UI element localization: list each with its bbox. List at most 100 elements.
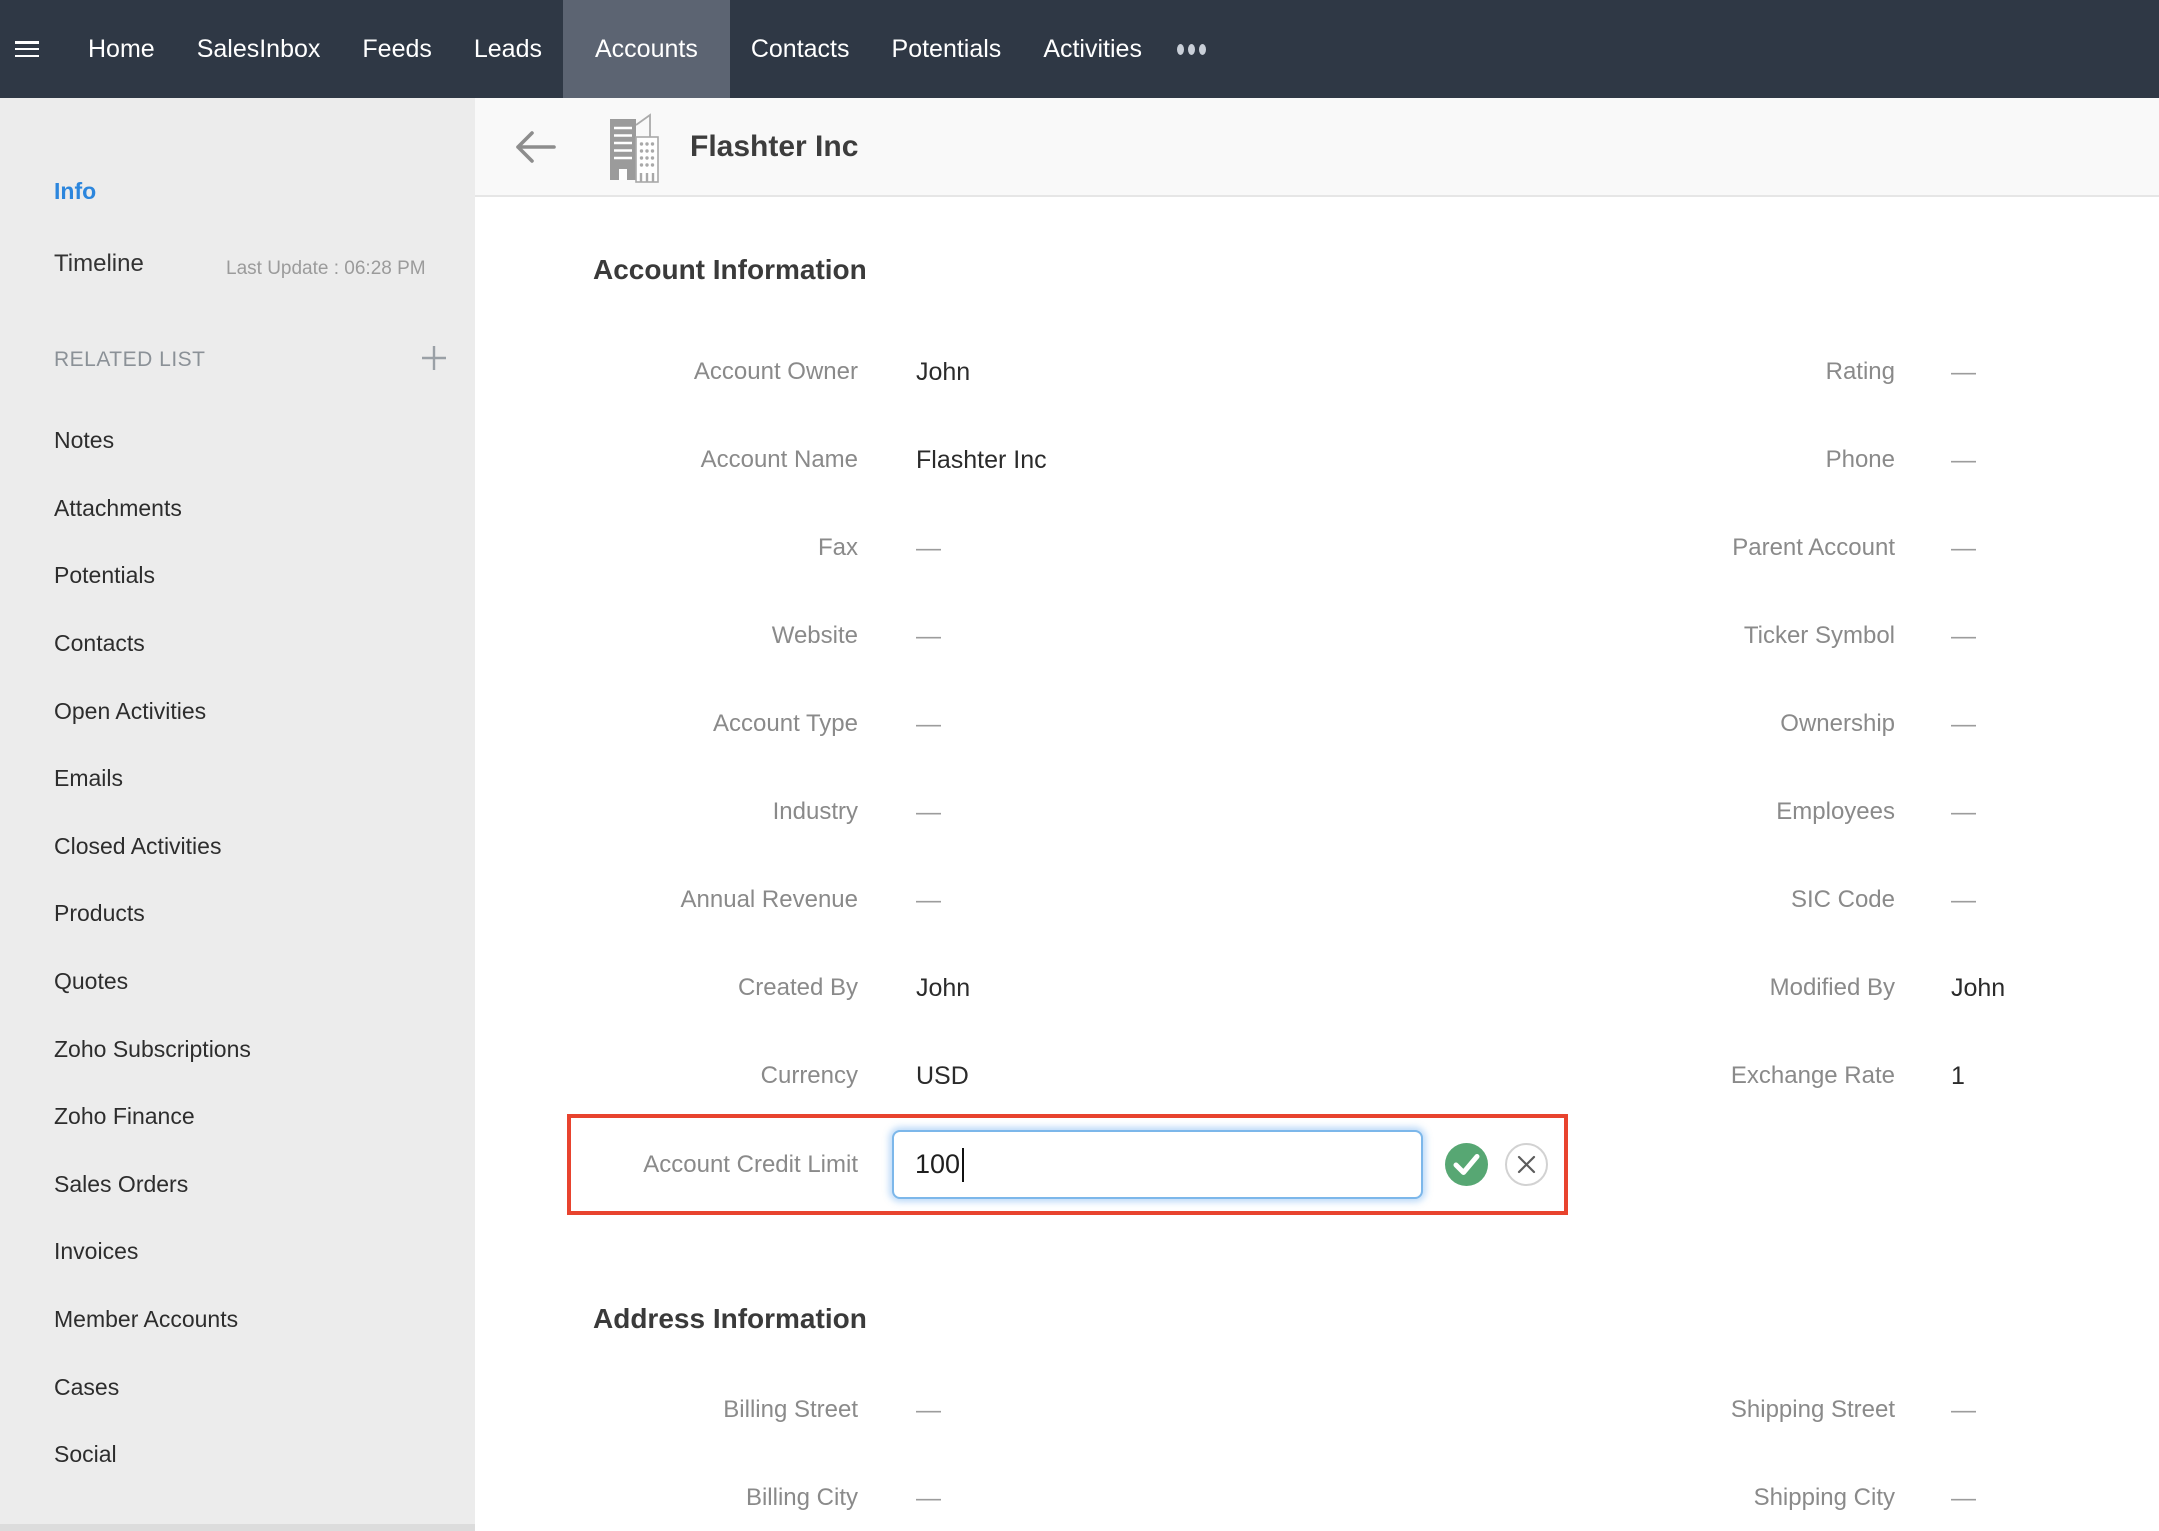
- account-information-fields: Account Owner John Rating — Account Name…: [475, 328, 2159, 1120]
- sidebar-item-social[interactable]: Social: [0, 1421, 475, 1489]
- sidebar-item-closed-activities[interactable]: Closed Activities: [0, 813, 475, 881]
- field-label: Website: [475, 622, 858, 650]
- record-header: Flashter Inc: [475, 98, 2159, 197]
- nav-tab-potentials[interactable]: Potentials: [871, 0, 1023, 98]
- field-value[interactable]: —: [1951, 886, 2159, 915]
- field-row: Annual Revenue — SIC Code —: [475, 856, 2159, 944]
- field-value[interactable]: —: [1951, 798, 2159, 827]
- field-value[interactable]: Flashter Inc: [916, 446, 1595, 475]
- account-credit-limit-input[interactable]: 100: [892, 1130, 1423, 1199]
- field-label: Billing Street: [475, 1396, 858, 1424]
- sidebar-item-member-accounts[interactable]: Member Accounts: [0, 1286, 475, 1354]
- account-information-heading: Account Information: [593, 252, 867, 288]
- sidebar: Info Timeline Last Update : 06:28 PM REL…: [0, 98, 475, 1531]
- field-value[interactable]: —: [1951, 446, 2159, 475]
- field-value[interactable]: John: [916, 358, 1595, 387]
- field-value[interactable]: —: [1951, 358, 2159, 387]
- nav-tab-leads[interactable]: Leads: [453, 0, 563, 98]
- field-value[interactable]: 1: [1951, 1062, 2159, 1091]
- related-list-items: Notes Attachments Potentials Contacts Op…: [0, 407, 475, 1489]
- sidebar-item-emails[interactable]: Emails: [0, 745, 475, 813]
- field-value[interactable]: —: [916, 886, 1595, 915]
- field-value[interactable]: —: [916, 1396, 1595, 1425]
- sidebar-item-cases[interactable]: Cases: [0, 1353, 475, 1421]
- sidebar-item-products[interactable]: Products: [0, 880, 475, 948]
- field-label: Account Type: [475, 710, 858, 738]
- field-row: Industry — Employees —: [475, 768, 2159, 856]
- related-list-heading: RELATED LIST: [54, 348, 205, 372]
- field-label: Created By: [475, 974, 858, 1002]
- sidebar-item-sales-orders[interactable]: Sales Orders: [0, 1151, 475, 1219]
- add-related-list-icon[interactable]: [420, 344, 448, 372]
- sidebar-item-quotes[interactable]: Quotes: [0, 948, 475, 1016]
- field-row: Fax — Parent Account —: [475, 504, 2159, 592]
- hamburger-menu-icon[interactable]: [15, 41, 39, 57]
- confirm-edit-button[interactable]: [1445, 1143, 1488, 1186]
- field-row: Account Type — Ownership —: [475, 680, 2159, 768]
- account-credit-limit-label: Account Credit Limit: [571, 1118, 858, 1211]
- sidebar-item-timeline[interactable]: Timeline: [54, 250, 144, 278]
- sidebar-item-info[interactable]: Info: [54, 178, 96, 205]
- nav-tab-activities[interactable]: Activities: [1022, 0, 1163, 98]
- field-row: Billing Street — Shipping Street —: [475, 1366, 2159, 1454]
- field-label: Fax: [475, 534, 858, 562]
- record-title: Flashter Inc: [690, 98, 858, 195]
- account-credit-limit-input-value: 100: [915, 1149, 960, 1180]
- field-value[interactable]: —: [916, 534, 1595, 563]
- field-row: Billing City — Shipping City —: [475, 1454, 2159, 1531]
- field-value[interactable]: John: [1951, 974, 2159, 1003]
- field-label: Ownership: [1595, 710, 1895, 738]
- field-value[interactable]: —: [916, 622, 1595, 651]
- zoho-crm-app: Home SalesInbox Feeds Leads Accounts Con…: [0, 0, 2159, 1531]
- cancel-edit-button[interactable]: [1505, 1143, 1548, 1186]
- field-value[interactable]: —: [1951, 534, 2159, 563]
- sidebar-item-zoho-subscriptions[interactable]: Zoho Subscriptions: [0, 1015, 475, 1083]
- address-information-fields: Billing Street — Shipping Street — Billi…: [475, 1366, 2159, 1531]
- field-label: Billing City: [475, 1484, 858, 1512]
- field-label: Parent Account: [1595, 534, 1895, 562]
- sidebar-item-zoho-finance[interactable]: Zoho Finance: [0, 1083, 475, 1151]
- sidebar-item-attachments[interactable]: Attachments: [0, 475, 475, 543]
- account-credit-limit-edit-row: Account Credit Limit 100: [567, 1114, 1568, 1215]
- field-row: Currency USD Exchange Rate 1: [475, 1032, 2159, 1120]
- nav-tab-accounts[interactable]: Accounts: [563, 0, 730, 98]
- nav-tab-contacts[interactable]: Contacts: [730, 0, 871, 98]
- field-value[interactable]: John: [916, 974, 1595, 1003]
- sidebar-item-open-activities[interactable]: Open Activities: [0, 677, 475, 745]
- field-value[interactable]: —: [1951, 1396, 2159, 1425]
- timeline-last-update: Last Update : 06:28 PM: [226, 258, 426, 280]
- account-detail-content: Account Information Account Owner John R…: [475, 197, 2159, 1531]
- nav-tab-feeds[interactable]: Feeds: [341, 0, 452, 98]
- nav-tab-salesinbox[interactable]: SalesInbox: [176, 0, 342, 98]
- field-value[interactable]: —: [916, 798, 1595, 827]
- field-label: Exchange Rate: [1595, 1062, 1895, 1090]
- field-value[interactable]: —: [1951, 1484, 2159, 1513]
- address-information-heading: Address Information: [593, 1301, 867, 1337]
- nav-tab-home[interactable]: Home: [67, 0, 176, 98]
- field-label: Phone: [1595, 446, 1895, 474]
- field-value[interactable]: USD: [916, 1062, 1595, 1091]
- top-navigation: Home SalesInbox Feeds Leads Accounts Con…: [0, 0, 2159, 98]
- field-value[interactable]: —: [916, 710, 1595, 739]
- sidebar-item-contacts[interactable]: Contacts: [0, 610, 475, 678]
- field-label: Modified By: [1595, 974, 1895, 1002]
- sidebar-item-invoices[interactable]: Invoices: [0, 1218, 475, 1286]
- field-label: Ticker Symbol: [1595, 622, 1895, 650]
- field-label: Employees: [1595, 798, 1895, 826]
- sidebar-bottom-strip: [0, 1524, 475, 1531]
- field-label: Account Owner: [475, 358, 858, 386]
- sidebar-item-potentials[interactable]: Potentials: [0, 542, 475, 610]
- sidebar-item-notes[interactable]: Notes: [0, 407, 475, 475]
- field-label: Industry: [475, 798, 858, 826]
- field-value[interactable]: —: [916, 1484, 1595, 1513]
- field-value[interactable]: —: [1951, 710, 2159, 739]
- back-arrow-icon[interactable]: [511, 127, 557, 172]
- field-value[interactable]: —: [1951, 622, 2159, 651]
- field-label: Account Name: [475, 446, 858, 474]
- field-row: Website — Ticker Symbol —: [475, 592, 2159, 680]
- field-label: Shipping City: [1595, 1484, 1895, 1512]
- nav-tabs: Home SalesInbox Feeds Leads Accounts Con…: [67, 0, 1163, 98]
- field-label: Rating: [1595, 358, 1895, 386]
- field-label: SIC Code: [1595, 886, 1895, 914]
- more-tabs-icon[interactable]: [1177, 0, 1206, 98]
